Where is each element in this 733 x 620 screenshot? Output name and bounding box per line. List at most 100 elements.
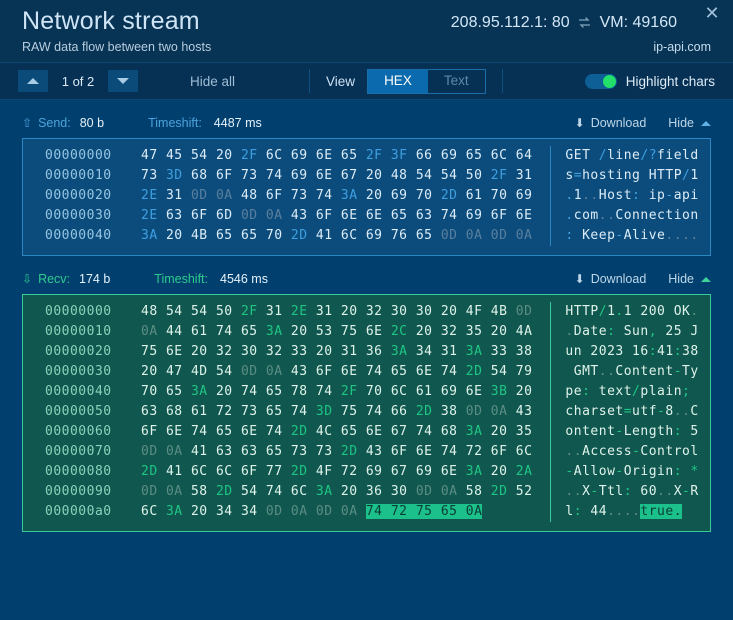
view-mode-text[interactable]: Text <box>428 70 485 93</box>
ascii-char <box>624 344 632 359</box>
ascii-char: t <box>590 324 599 339</box>
download-button[interactable]: ⬇ Download <box>575 272 647 286</box>
hex-byte-gap <box>333 168 341 183</box>
hex-byte-gap <box>482 464 490 479</box>
hex-byte: 6C <box>490 148 508 163</box>
hex-byte: 6C <box>390 384 408 399</box>
hex-byte-gap <box>308 304 316 319</box>
hex-byte-gap <box>258 444 266 459</box>
ascii-char: 2 <box>590 344 599 359</box>
hex-row: 00000030 2E 63 6F 6D 0D 0A 43 6F 6E 6E 65… <box>23 206 710 226</box>
highlight-chars-toggle[interactable] <box>584 73 617 89</box>
hex-byte: 54 <box>165 304 183 319</box>
hex-dump-recv[interactable]: 00000000 48 54 54 50 2F 31 2E 31 20 32 30… <box>22 294 711 532</box>
next-stream-button[interactable] <box>108 70 138 92</box>
ascii-char: T <box>590 364 599 379</box>
hex-byte-gap <box>283 344 291 359</box>
close-icon[interactable]: ✕ <box>701 2 723 24</box>
hex-byte-gap <box>408 188 416 203</box>
hex-byte: 0A <box>490 404 508 419</box>
hex-byte-gap <box>283 444 291 459</box>
hex-byte-gap <box>482 228 490 243</box>
hex-byte-gap <box>158 228 166 243</box>
download-icon: ⬇ <box>574 116 585 130</box>
ascii-char: h <box>665 424 674 439</box>
connection-remote: 208.95.112.1: 80 <box>450 14 570 31</box>
download-button[interactable]: ⬇ Download <box>575 116 647 130</box>
hex-byte-gap <box>233 464 241 479</box>
ascii-char: l <box>565 504 574 519</box>
hex-byte-gap <box>208 464 216 479</box>
view-mode-hex[interactable]: HEX <box>368 69 428 93</box>
hex-byte: 2D <box>290 424 308 439</box>
hex-byte: 2D <box>141 464 158 479</box>
hide-all-button[interactable]: Hide all <box>190 74 235 89</box>
hex-byte: 63 <box>165 208 183 223</box>
hex-byte: 43 <box>515 404 533 419</box>
ascii-char: . <box>665 484 674 499</box>
ascii-char: . <box>673 504 683 519</box>
hex-byte-gap <box>507 484 515 499</box>
connection-local: VM: 49160 <box>599 14 677 31</box>
ascii-char: . <box>565 484 574 499</box>
ascii-char: / <box>598 304 608 319</box>
hex-byte: 20 <box>340 304 358 319</box>
hex-byte: 0A <box>290 504 308 519</box>
ascii-char: : <box>565 228 574 243</box>
ascii-char: : <box>648 344 658 359</box>
direction-label: Send: <box>38 116 71 130</box>
hex-byte: 0D <box>141 444 158 459</box>
hex-offset: 00000060 <box>45 424 112 439</box>
hex-byte-gap <box>333 424 341 439</box>
hex-byte-gap <box>383 464 391 479</box>
hex-byte: 68 <box>190 168 208 183</box>
hex-row: 00000010 73 3D 68 6F 73 74 69 6E 67 20 48… <box>23 166 710 186</box>
hide-section-button[interactable]: Hide <box>668 116 711 130</box>
caret-up-icon <box>701 276 711 282</box>
hex-byte: 6F <box>490 444 508 459</box>
prev-stream-button[interactable] <box>18 70 48 92</box>
hex-byte: 0D <box>315 504 333 519</box>
hide-section-button[interactable]: Hide <box>668 272 711 286</box>
ascii-char: C <box>615 208 624 223</box>
hex-byte: 6E <box>240 424 258 439</box>
ascii-char: A <box>623 228 633 243</box>
hex-byte-gap <box>482 404 490 419</box>
hex-byte: 6E <box>415 444 433 459</box>
hex-byte-gap <box>283 208 291 223</box>
hex-byte: 44 <box>165 324 183 339</box>
hex-byte-gap <box>383 148 391 163</box>
hex-byte: 65 <box>215 424 233 439</box>
ascii-char: t <box>623 188 633 203</box>
ascii-char: . <box>565 208 574 223</box>
toolbar-divider-2 <box>501 69 503 93</box>
hex-byte-gap <box>258 344 266 359</box>
hex-byte: 65 <box>390 364 408 379</box>
pager: 1 of 2 <box>18 70 138 92</box>
hex-offset: 00000030 <box>45 208 112 223</box>
hex-byte-gap <box>432 404 440 419</box>
hex-byte-gap <box>482 484 490 499</box>
ascii-char: 8 <box>665 404 674 419</box>
ascii-char: v <box>648 228 658 243</box>
hex-byte-gap <box>457 228 465 243</box>
ascii-char: e <box>590 228 599 243</box>
hex-dump-send[interactable]: 00000000 47 45 54 20 2F 6C 69 6E 65 2F 3F… <box>22 138 711 256</box>
hex-byte-gap <box>383 344 391 359</box>
hex-offset: 00000000 <box>45 148 112 163</box>
hex-byte: 0A <box>515 228 533 243</box>
hex-byte: 61 <box>465 188 483 203</box>
hex-byte: 54 <box>215 364 233 379</box>
hex-offset: 00000050 <box>45 404 112 419</box>
hex-byte-gap <box>183 344 191 359</box>
hex-byte-gap <box>183 364 191 379</box>
hex-byte-gap <box>408 484 416 499</box>
hex-byte: 70 <box>365 384 383 399</box>
hex-byte-gap <box>233 304 241 319</box>
hex-byte: 69 <box>390 188 408 203</box>
ascii-bytes: ontent-Length: 5 <box>550 422 698 442</box>
ascii-char: n <box>665 464 674 479</box>
ascii-char: . <box>690 228 699 243</box>
ascii-char: 0 <box>648 484 658 499</box>
ascii-char: . <box>565 188 574 203</box>
